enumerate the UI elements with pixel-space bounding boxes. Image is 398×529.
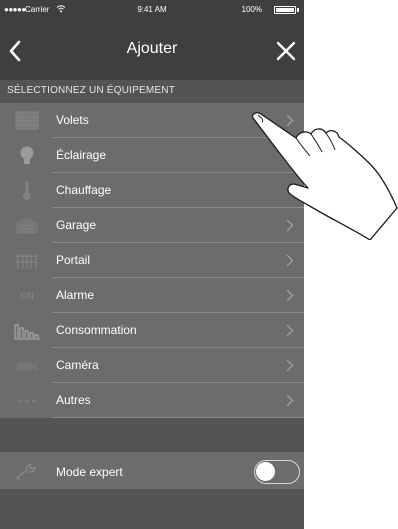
equipment-row-4[interactable]: Portail — [0, 243, 304, 278]
battery-icon — [274, 6, 296, 14]
lightbulb-icon — [14, 145, 40, 166]
equipment-row-6[interactable]: Consommation — [0, 313, 304, 348]
equipment-row-8[interactable]: Autres — [0, 383, 304, 418]
toggle-knob — [256, 462, 275, 481]
phone-screen: ●●●●● Carrier 9:41 AM 100% Ajouter SÉLEC… — [0, 0, 304, 529]
battery-tip — [297, 8, 299, 12]
shutter-icon — [14, 110, 40, 131]
navigation-bar: Ajouter — [0, 20, 304, 80]
equipment-label: Autres — [56, 393, 91, 407]
close-icon — [276, 41, 296, 61]
battery-percent: 100% — [241, 5, 262, 14]
equipment-label: Chauffage — [56, 183, 112, 197]
expert-mode-toggle[interactable] — [254, 460, 300, 484]
equipment-label: Caméra — [56, 358, 99, 372]
gate-icon — [14, 250, 40, 271]
equipment-row-5[interactable]: ON Alarme — [0, 278, 304, 313]
status-bar: ●●●●● Carrier 9:41 AM 100% — [0, 0, 304, 20]
thermometer-icon — [14, 180, 40, 201]
chevron-right-icon — [286, 289, 294, 302]
equipment-label: Éclairage — [56, 148, 107, 162]
chevron-right-icon — [286, 394, 294, 407]
expert-mode-row[interactable]: Mode expert — [0, 453, 304, 489]
pointing-hand-icon — [251, 112, 398, 240]
page-title: Ajouter — [126, 40, 178, 57]
section-header: SÉLECTIONNEZ UN ÉQUIPEMENT — [0, 80, 304, 102]
equipment-label: Alarme — [56, 288, 95, 302]
chevron-right-icon — [286, 324, 294, 337]
equipment-row-7[interactable]: Caméra — [0, 348, 304, 383]
alarm-on-text: ON — [20, 291, 34, 301]
alarm-icon: ON — [14, 285, 40, 306]
expert-mode-label: Mode expert — [56, 465, 123, 479]
wrench-icon — [16, 463, 36, 481]
equipment-label: Consommation — [56, 323, 137, 337]
camera-icon — [14, 355, 40, 376]
equipment-label: Garage — [56, 218, 97, 232]
other-icon — [14, 390, 40, 411]
garage-icon — [14, 215, 40, 236]
chevron-right-icon — [286, 359, 294, 372]
chevron-right-icon — [286, 254, 294, 267]
bottom-area — [0, 489, 304, 529]
list-spacer — [0, 418, 304, 452]
equipment-label: Volets — [56, 113, 89, 127]
close-button[interactable] — [274, 38, 298, 64]
equipment-label: Portail — [56, 253, 91, 267]
consumption-icon — [14, 320, 40, 341]
